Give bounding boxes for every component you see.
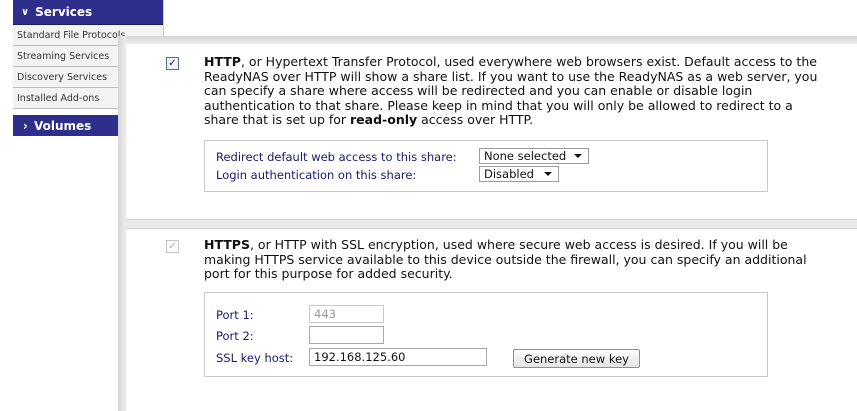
redirect-share-select[interactable]: None selected bbox=[479, 148, 589, 164]
http-title: HTTP bbox=[204, 54, 241, 69]
login-auth-value: Disabled bbox=[484, 167, 534, 181]
redirect-share-value: None selected bbox=[484, 149, 567, 163]
https-title: HTTPS bbox=[204, 237, 250, 252]
login-auth-label: Login authentication on this share: bbox=[216, 168, 417, 182]
redirect-label: Redirect default web access to this shar… bbox=[216, 150, 457, 164]
port2-input[interactable] bbox=[309, 326, 384, 344]
port1-label: Port 1: bbox=[216, 308, 254, 322]
dropdown-arrow-icon bbox=[544, 172, 552, 176]
chevron-right-icon: › bbox=[23, 118, 28, 133]
sidebar-volumes-label: Volumes bbox=[33, 118, 92, 133]
https-desc-text: , or HTTP with SSL encryption, used wher… bbox=[204, 237, 807, 281]
panel-shadow bbox=[118, 36, 857, 44]
http-desc-text-end: access over HTTP. bbox=[417, 112, 534, 127]
port2-label: Port 2: bbox=[216, 329, 254, 343]
https-description: HTTPS, or HTTP with SSL encryption, used… bbox=[204, 237, 824, 282]
chevron-down-icon: ∨ bbox=[21, 6, 30, 18]
https-section: ✓ HTTPS, or HTTP with SSL encryption, us… bbox=[126, 229, 857, 411]
panel-shadow bbox=[118, 36, 126, 411]
port1-input[interactable] bbox=[309, 305, 384, 323]
sidebar-item-label: Discovery Services bbox=[17, 71, 108, 83]
login-auth-select[interactable]: Disabled bbox=[479, 166, 559, 182]
http-checkbox[interactable]: ✓ bbox=[166, 57, 179, 70]
services-panel: ✓ HTTP, or Hypertext Transfer Protocol, … bbox=[126, 44, 857, 411]
sidebar-header-label: Services bbox=[35, 5, 93, 19]
generate-new-key-button[interactable]: Generate new key bbox=[513, 349, 640, 368]
sidebar-item-label: Standard File Protocols bbox=[17, 29, 126, 41]
sidebar-header-services[interactable]: ∨ Services bbox=[13, 0, 163, 25]
http-desc-bold: read-only bbox=[350, 112, 418, 127]
http-section: ✓ HTTP, or Hypertext Transfer Protocol, … bbox=[126, 44, 857, 219]
http-options-box: Redirect default web access to this shar… bbox=[204, 140, 768, 192]
https-checkbox: ✓ bbox=[166, 240, 179, 253]
http-description: HTTP, or Hypertext Transfer Protocol, us… bbox=[204, 54, 824, 128]
sidebar-item-label: Streaming Services bbox=[17, 50, 110, 62]
ssl-key-host-label: SSL key host: bbox=[216, 351, 294, 365]
sidebar-item-label: Installed Add-ons bbox=[17, 92, 100, 104]
section-divider bbox=[126, 219, 857, 229]
ssl-key-host-input[interactable] bbox=[309, 348, 487, 366]
https-options-box: Port 1: Port 2: SSL key host: Generate n… bbox=[204, 292, 768, 377]
dropdown-arrow-icon bbox=[574, 154, 582, 158]
